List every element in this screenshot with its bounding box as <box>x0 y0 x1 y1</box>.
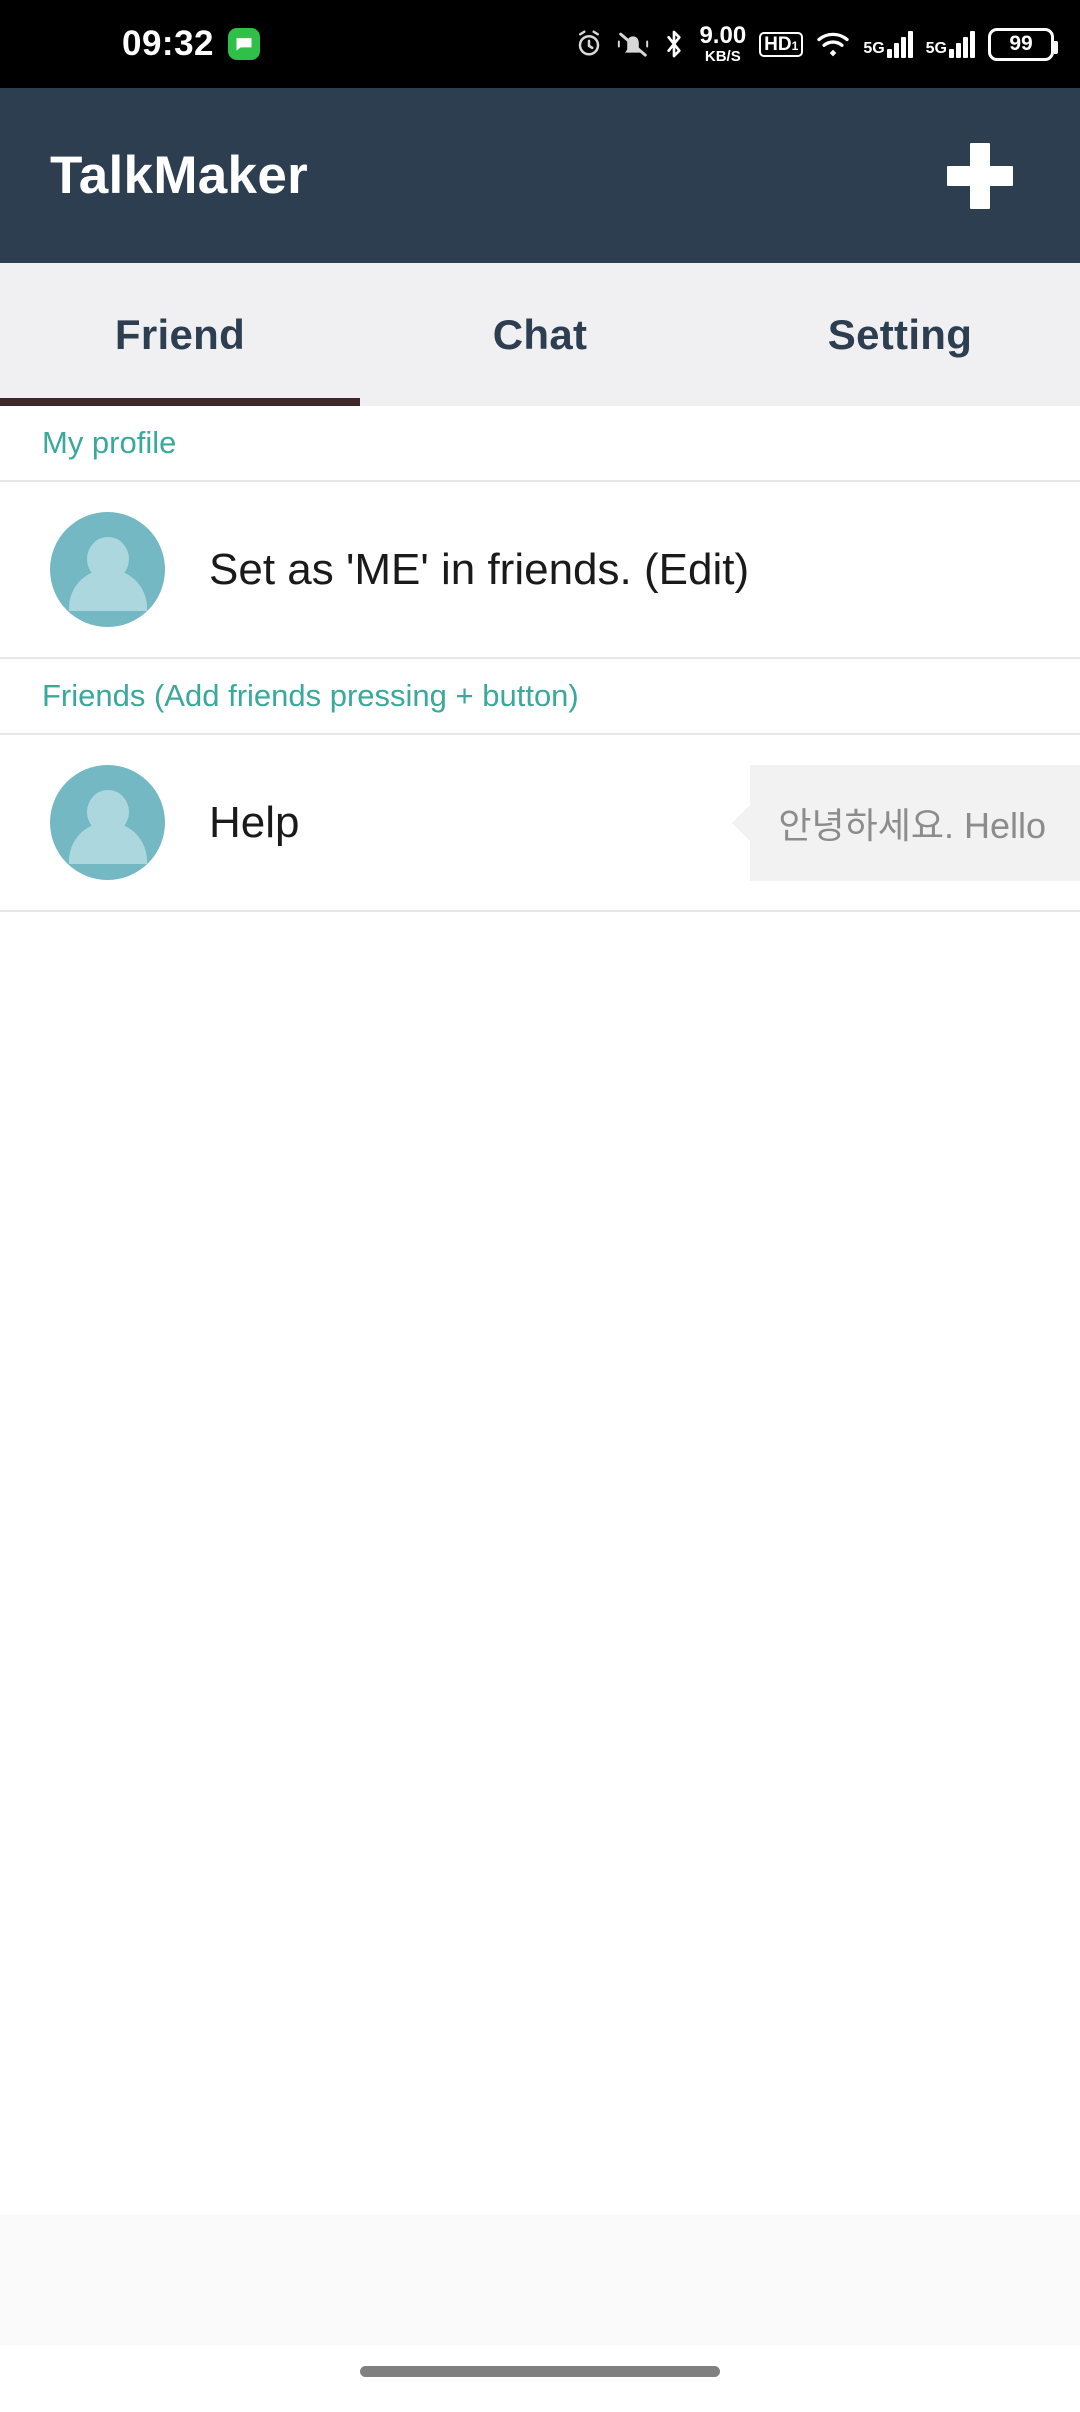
my-profile-row[interactable]: Set as 'ME' in friends. (Edit) <box>0 482 1080 657</box>
alarm-icon <box>574 29 604 59</box>
friend-list: My profile Set as 'ME' in friends. (Edit… <box>0 406 1080 912</box>
mute-icon <box>617 29 649 59</box>
tab-setting-label: Setting <box>827 310 973 358</box>
phone-screen: 09:32 9.00 KB/S HD 1 5G 5G 99 TalkMaker … <box>0 0 1080 2412</box>
friend-status-bubble: 안녕하세요. Hello <box>750 764 1080 881</box>
status-bar-left: 09:32 <box>122 24 261 64</box>
status-bar-right: 9.00 KB/S HD 1 5G 5G 99 <box>574 22 1058 65</box>
home-indicator[interactable] <box>360 2366 720 2377</box>
section-header-friends: Friends (Add friends pressing + button) <box>0 659 1080 733</box>
signal-sim2-bars <box>949 30 975 58</box>
signal-sim1-bars <box>886 30 913 58</box>
wifi-icon <box>816 30 850 58</box>
message-icon <box>228 28 261 60</box>
signal-sim1-icon: 5G <box>863 30 913 58</box>
tab-chat[interactable]: Chat <box>360 263 720 406</box>
section-header-friends-label: Friends (Add friends pressing + button) <box>42 678 579 713</box>
divider <box>0 910 1080 912</box>
bottom-band <box>0 2215 1080 2345</box>
bluetooth-icon <box>662 28 686 60</box>
avatar-body <box>68 822 147 864</box>
battery-level: 99 <box>1009 32 1033 55</box>
friend-row[interactable]: Help 안녕하세요. Hello <box>0 735 1080 910</box>
hd-voice-icon: HD 1 <box>759 31 804 57</box>
add-friend-button[interactable] <box>925 121 1035 231</box>
network-speed-unit: KB/S <box>704 48 741 65</box>
section-header-my-profile-label: My profile <box>42 425 177 460</box>
tab-chat-label: Chat <box>492 310 588 358</box>
network-speed-value: 9.00 <box>699 22 747 49</box>
app-bar: TalkMaker <box>0 88 1080 263</box>
person-avatar <box>50 765 165 880</box>
status-clock: 09:32 <box>122 24 215 63</box>
tab-friend[interactable]: Friend <box>0 263 360 406</box>
hd-sup: 1 <box>791 38 799 53</box>
plus-icon <box>947 143 1013 209</box>
network-speed-icon: 9.00 KB/S <box>699 22 747 65</box>
friend-name: Help <box>209 797 300 847</box>
app-title: TalkMaker <box>50 146 309 205</box>
my-profile-label: Set as 'ME' in friends. (Edit) <box>209 544 750 594</box>
avatar-body <box>68 569 147 611</box>
signal-sim1-label: 5G <box>863 40 885 57</box>
hd-label: HD <box>764 33 792 55</box>
tab-bar: Friend Chat Setting <box>0 263 1080 406</box>
battery-icon: 99 <box>988 27 1058 61</box>
section-header-my-profile: My profile <box>0 406 1080 480</box>
signal-sim2-label: 5G <box>925 40 947 57</box>
signal-sim2-icon: 5G <box>926 30 975 58</box>
tab-setting[interactable]: Setting <box>720 263 1080 406</box>
person-avatar <box>50 512 165 627</box>
status-bar: 09:32 9.00 KB/S HD 1 5G 5G 99 <box>0 0 1080 88</box>
gesture-nav-bar <box>0 2345 1080 2412</box>
tab-friend-label: Friend <box>114 310 246 358</box>
